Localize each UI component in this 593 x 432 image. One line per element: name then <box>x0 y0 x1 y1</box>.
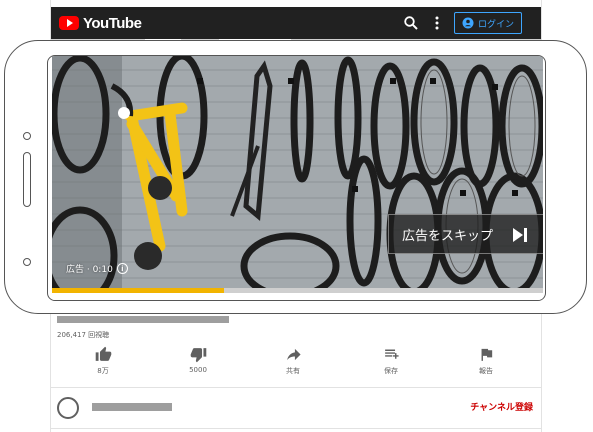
speaker-grille <box>23 152 31 207</box>
youtube-play-icon <box>59 16 79 30</box>
phone-frame: 広告をスキップ 広告 · 0:10 i <box>4 40 587 314</box>
view-count: 206,417 回視聴 <box>57 331 110 339</box>
phone-screen: 広告をスキップ 広告 · 0:10 i <box>47 55 546 301</box>
video-title-placeholder <box>57 316 229 323</box>
info-icon[interactable]: i <box>116 263 128 274</box>
dislike-count: 5000 <box>189 366 207 374</box>
skip-next-icon <box>513 228 527 242</box>
thumb-down-icon <box>190 348 206 363</box>
ad-countdown: 広告 · 0:10 i <box>66 262 128 275</box>
save-button[interactable]: 保存 <box>361 346 421 376</box>
report-button[interactable]: 報告 <box>456 346 516 376</box>
share-label: 共有 <box>286 367 300 375</box>
channel-name-placeholder[interactable] <box>92 403 172 411</box>
camera-icon <box>23 132 31 140</box>
like-button[interactable]: 8万 <box>73 346 133 376</box>
action-bar: 8万 5000 共有 保存 報告 <box>51 346 541 382</box>
search-icon[interactable] <box>403 15 419 31</box>
account-circle-icon <box>462 17 474 29</box>
channel-row: チャンネル登録 <box>51 388 541 428</box>
below-video-area <box>52 293 543 300</box>
share-icon <box>286 348 301 361</box>
sensor-icon <box>23 258 31 266</box>
share-button[interactable]: 共有 <box>263 346 323 376</box>
youtube-logo[interactable]: YouTube <box>59 13 142 33</box>
like-count: 8万 <box>97 367 109 375</box>
top-app-bar: YouTube ログイン <box>51 7 541 39</box>
subscribe-button[interactable]: チャンネル登録 <box>470 400 533 413</box>
playlist-add-icon <box>384 349 399 359</box>
video-player[interactable]: 広告をスキップ 広告 · 0:10 i <box>52 56 543 288</box>
login-label: ログイン <box>477 19 514 30</box>
save-label: 保存 <box>384 367 398 375</box>
divider <box>51 428 541 429</box>
thumb-up-icon <box>95 346 111 361</box>
channel-avatar[interactable] <box>57 397 79 419</box>
dislike-button[interactable]: 5000 <box>168 346 228 374</box>
flag-icon <box>481 348 492 361</box>
report-label: 報告 <box>479 367 493 375</box>
ad-countdown-text: 広告 · 0:10 <box>66 265 113 275</box>
skip-ad-label: 広告をスキップ <box>402 228 494 244</box>
more-vert-icon[interactable] <box>433 15 441 31</box>
skip-ad-button[interactable]: 広告をスキップ <box>388 214 543 254</box>
logo-text: YouTube <box>83 14 142 32</box>
login-button[interactable]: ログイン <box>454 12 522 34</box>
